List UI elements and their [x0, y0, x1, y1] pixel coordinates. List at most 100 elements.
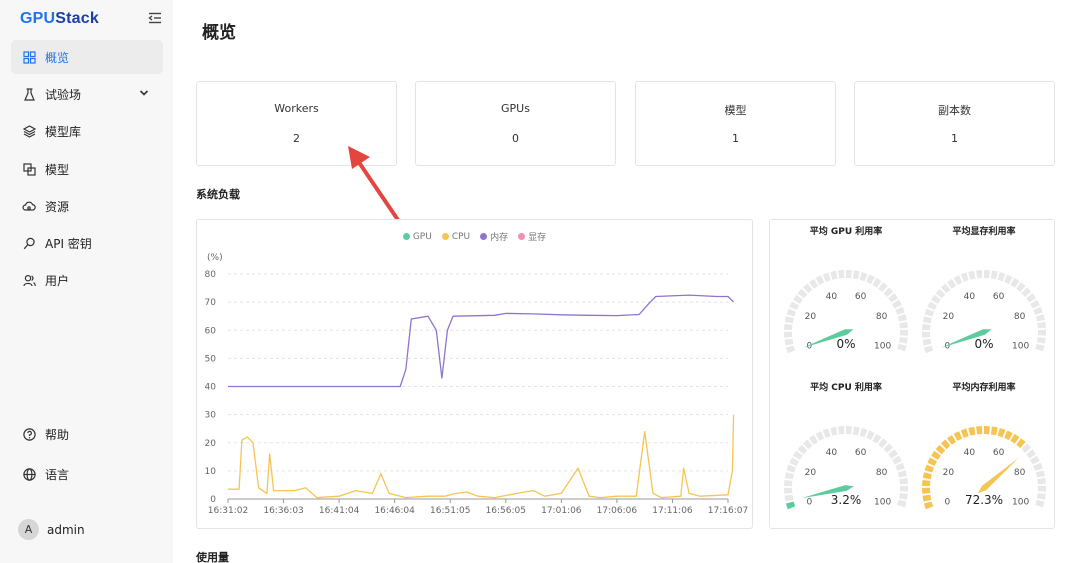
sidebar-item-overview[interactable]: 概览: [11, 40, 163, 74]
gauge-tick-label: 80: [1014, 468, 1026, 478]
gauge-track-segment: [888, 449, 898, 459]
gauge-track-segment: [892, 455, 902, 465]
gauge-tick-label: 40: [826, 292, 838, 302]
gauge-progress-segment: [931, 450, 941, 460]
gauge-progress-segment: [922, 494, 932, 502]
gauge-track-segment: [960, 272, 969, 282]
y-tick-label: 70: [205, 298, 217, 308]
gauge-track-segment: [815, 431, 825, 441]
globe-icon: [22, 467, 36, 481]
section-title-usage: 使用量: [196, 551, 229, 563]
model-icon: [22, 162, 36, 176]
stat-label: 副本数: [938, 104, 971, 117]
gauge-track-segment: [883, 443, 894, 453]
gauge-tick-label: 100: [874, 341, 891, 351]
gauge-tick-label: 20: [943, 468, 955, 478]
x-tick-label: 17:06:06: [597, 506, 638, 516]
gauge-track-segment: [924, 308, 935, 317]
gauge-track-segment: [852, 426, 860, 436]
annotation-arrow-icon: [348, 146, 400, 222]
y-axis-unit-label: (%): [207, 253, 223, 263]
section-title-system-load: 系统负载: [196, 188, 240, 201]
gauge-track-segment: [899, 477, 908, 485]
gauge-tick-label: 20: [805, 468, 817, 478]
gauge-track-segment: [789, 457, 800, 467]
user-menu[interactable]: A admin: [18, 519, 85, 540]
gauge-track-segment: [1021, 287, 1032, 297]
sidebar-item-label: API 密钥: [45, 236, 92, 251]
gauge-track-segment: [859, 428, 868, 438]
gauge-tick-label: 20: [943, 312, 955, 322]
stat-value: 0: [512, 132, 519, 145]
gauge-track-segment: [1037, 493, 1046, 500]
stat-card-models[interactable]: 模型 1: [635, 81, 836, 166]
gauge-tick-label: 40: [964, 292, 976, 302]
x-tick-label: 17:16:07: [708, 506, 748, 516]
gauge-track-segment: [809, 434, 819, 445]
menu-collapse-icon[interactable]: [148, 11, 162, 25]
sidebar-item-users[interactable]: 用户: [11, 263, 163, 297]
sidebar-item-label: 帮助: [45, 427, 70, 442]
chevron-down-icon[interactable]: [139, 88, 149, 98]
gauge-track-segment: [1030, 299, 1040, 309]
gauge-tick-label: 60: [993, 292, 1005, 302]
gauge-tick-label: 100: [874, 497, 891, 507]
gauge-value: 72.3%: [965, 493, 1003, 507]
gauge-value: 0%: [836, 337, 855, 351]
stat-card-gpus[interactable]: GPUs 0: [415, 81, 616, 166]
sidebar-item-label: 概览: [45, 50, 70, 65]
series-line-cpu[interactable]: [228, 414, 735, 499]
gauge-tick-label: 60: [855, 292, 867, 302]
gauge-progress-segment: [947, 434, 957, 445]
gauge-track-segment: [1030, 455, 1040, 465]
sidebar-item-api-keys[interactable]: API 密钥: [11, 226, 163, 260]
gauge-tick-label: 60: [993, 448, 1005, 458]
x-tick-label: 16:46:04: [374, 506, 415, 516]
y-tick-label: 40: [205, 383, 217, 393]
gauge-track-segment: [1035, 470, 1045, 478]
sidebar-item-model-catalog[interactable]: 模型库: [11, 114, 163, 148]
stat-value: 1: [732, 132, 739, 145]
avatar: A: [18, 519, 39, 540]
key-icon: [22, 236, 36, 250]
gauge-track-segment: [784, 316, 794, 324]
gauge-title: 平均 CPU 利用率: [810, 381, 882, 393]
gauge-track-segment: [852, 270, 860, 280]
gauge-tick-label: 20: [805, 312, 817, 322]
gauge-track-segment: [802, 439, 813, 450]
gauge-track-segment: [1035, 314, 1045, 322]
gauge-track-segment: [784, 323, 793, 331]
sidebar-item-playground[interactable]: 试验场: [11, 77, 163, 111]
x-tick-label: 16:51:05: [430, 506, 470, 516]
stat-card-replicas[interactable]: 副本数 1: [854, 81, 1055, 166]
gauge-tick-label: 80: [876, 468, 888, 478]
gauge-track-segment: [940, 283, 951, 294]
gauge-track-segment: [1033, 306, 1043, 315]
gauge-progress-segment: [968, 426, 976, 436]
y-tick-label: 20: [205, 439, 217, 449]
sidebar-item-label: 语言: [45, 467, 70, 482]
sidebar-item-label: 试验场: [45, 87, 82, 102]
sidebar-item-help[interactable]: 帮助: [11, 417, 163, 451]
sidebar-item-resources[interactable]: 资源: [11, 189, 163, 223]
gauge-tick-label: 100: [1012, 497, 1029, 507]
gauge-track-segment: [897, 470, 907, 478]
y-tick-label: 80: [205, 270, 217, 280]
gauge-track-segment: [895, 306, 905, 315]
app-logo[interactable]: GPUStack: [20, 10, 99, 28]
sidebar-item-language[interactable]: 语言: [11, 457, 163, 491]
y-tick-label: 10: [205, 467, 217, 477]
gauge-tick-label: 40: [964, 448, 976, 458]
sidebar-item-models[interactable]: 模型: [11, 152, 163, 186]
gauge-track-segment: [1033, 462, 1043, 471]
series-line-memory[interactable]: [228, 294, 735, 388]
gauge-track-segment: [1004, 274, 1013, 285]
gauge-track-segment: [866, 430, 875, 441]
gauge-track-segment: [990, 270, 998, 280]
gauge-track-segment: [888, 293, 898, 303]
gauge-progress-segment: [922, 472, 932, 480]
gauge-track-segment: [1026, 449, 1036, 459]
gauge-track-segment: [809, 278, 819, 289]
gauge-value: 0%: [974, 337, 993, 351]
gauge-title: 平均显存利用率: [952, 225, 1015, 237]
